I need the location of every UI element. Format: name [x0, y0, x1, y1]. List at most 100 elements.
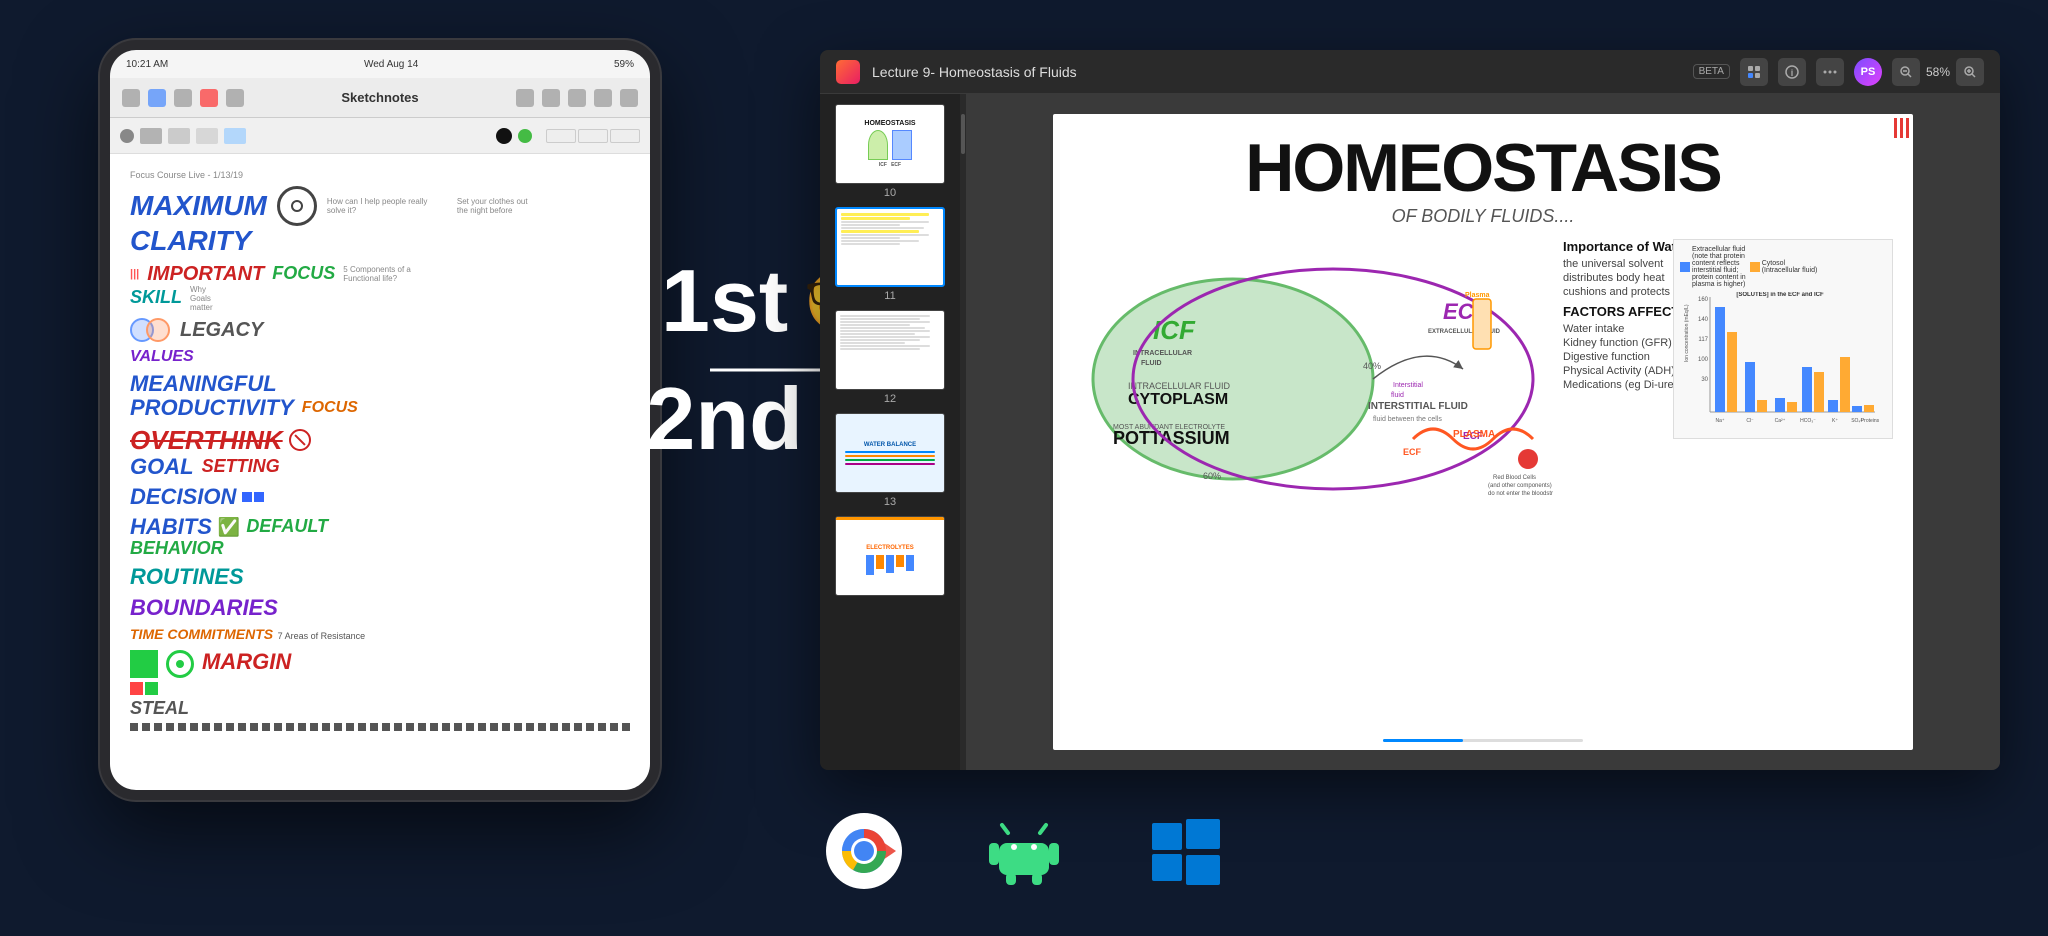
word-steal: STEAL [130, 698, 189, 718]
redo-icon[interactable] [542, 89, 560, 107]
bottom-icons-section: MARGIN [130, 650, 630, 695]
svg-text:Proteins: Proteins [1861, 418, 1880, 424]
thumb-page-13[interactable]: WATER BALANCE 13 [828, 413, 952, 508]
word-skill: SKILL [130, 288, 182, 308]
page-subtitle: OF BODILY FLUIDS.... [1073, 206, 1893, 227]
page-main-title: HOMEOSTASIS [1073, 134, 1893, 202]
page-num-13: 13 [884, 496, 896, 508]
svg-text:ECF: ECF [1403, 447, 1422, 457]
zoom-in-btn[interactable] [1956, 58, 1984, 86]
thumb-img-13: WATER BALANCE [835, 413, 945, 493]
android-icon [984, 811, 1064, 896]
bookmark-icon[interactable] [200, 89, 218, 107]
svg-text:Ion concentration (mEq/L): Ion concentration (mEq/L) [1684, 304, 1690, 362]
squares-icon [242, 492, 264, 502]
more-btn[interactable] [1816, 58, 1844, 86]
grid-view-btn[interactable] [1740, 58, 1768, 86]
pdf-titlebar: Lecture 9- Homeostasis of Fluids BETA i [820, 50, 2000, 94]
color-black[interactable] [496, 128, 512, 144]
size-controls[interactable] [546, 129, 640, 143]
page-progress-bar [1383, 739, 1583, 742]
magnify-icon [277, 186, 317, 226]
undo-icon[interactable] [516, 89, 534, 107]
content-date: Focus Course Live - 1/13/19 [130, 170, 630, 180]
sketch-section-10: BOUNDARIES [130, 596, 630, 620]
thumb-img-10: HOMEOSTASIS ICF ECF [835, 104, 945, 184]
venn-diagram [130, 318, 170, 342]
thumb-content-11 [837, 209, 943, 285]
green-blocks [130, 650, 158, 695]
chrome-icon [824, 811, 904, 896]
thumbnail-sidebar[interactable]: HOMEOSTASIS ICF ECF 10 [820, 94, 960, 770]
page-num-10: 10 [884, 187, 896, 199]
avatar-initials: PS [1861, 66, 1876, 78]
more-icon[interactable] [620, 89, 638, 107]
sidebar-scrollbar[interactable] [960, 94, 966, 770]
tool-pen[interactable] [140, 128, 162, 144]
pdf-toolbar-right: BETA i [1693, 58, 1984, 86]
bar-chart: Extracellular fluid(note that proteincon… [1673, 239, 1893, 439]
share-icon[interactable] [226, 89, 244, 107]
thumb-content-12 [836, 311, 944, 389]
legend-ecf: Extracellular fluid(note that proteincon… [1680, 246, 1746, 288]
svg-text:HCO₃⁻: HCO₃⁻ [1800, 418, 1816, 424]
search-icon[interactable] [174, 89, 192, 107]
no-icon [289, 429, 311, 451]
back-icon[interactable] [122, 89, 140, 107]
svg-text:Red Blood Cells: Red Blood Cells [1493, 475, 1536, 481]
thumb-page-12[interactable]: 12 [828, 310, 952, 405]
word-focus: FOCUS [272, 264, 335, 284]
word-boundaries: BOUNDARIES [130, 595, 278, 620]
thumb-page-10[interactable]: HOMEOSTASIS ICF ECF 10 [828, 104, 952, 199]
color-green[interactable] [518, 129, 532, 143]
word-overthink: OVERTHINK [130, 426, 283, 455]
checkmark-icon: ✅ [218, 517, 240, 538]
right-side-content: Importance of Water Balance: the univers… [1563, 239, 1893, 499]
zoom-control: 58% [1892, 58, 1984, 86]
svg-text:(and other components): (and other components) [1488, 483, 1552, 489]
thumb-page-14[interactable]: ELECTROLYTES [828, 516, 952, 596]
svg-text:PLASMA: PLASMA [1453, 429, 1495, 440]
word-time: TIME COMMITMENTS [130, 626, 273, 642]
tool-highlighter[interactable] [224, 128, 246, 144]
sketch-section-7: DECISION [130, 485, 630, 509]
word-habits: HABITS [130, 515, 212, 539]
svg-text:140: 140 [1698, 317, 1709, 323]
svg-text:[SOLUTES] in the ECF and ICF: [SOLUTES] in the ECF and ICF [1736, 292, 1824, 298]
grid-icon[interactable] [148, 89, 166, 107]
ipad-frame: 10:21 AM Wed Aug 14 59% Sketchnotes [100, 40, 660, 800]
pdf-body: HOMEOSTASIS ICF ECF 10 [820, 94, 2000, 770]
close-icon[interactable] [594, 89, 612, 107]
sketchnotes-content: Focus Course Live - 1/13/19 MAXIMUM How … [110, 154, 650, 790]
thumb-img-11 [835, 207, 945, 287]
zoom-out-btn[interactable] [1892, 58, 1920, 86]
ipad-battery: 59% [614, 59, 634, 70]
svg-text:Ca²⁺: Ca²⁺ [1775, 418, 1786, 424]
word-clarity: CLARITY [130, 225, 251, 256]
svg-text:FLUID: FLUID [1141, 360, 1162, 367]
svg-text:K⁺: K⁺ [1832, 418, 1838, 424]
ipad-status-bar: 10:21 AM Wed Aug 14 59% [110, 50, 650, 78]
word-routines: ROUTINES [130, 564, 244, 589]
svg-text:do not enter the bloodstream: do not enter the bloodstream [1488, 491, 1553, 497]
tool-marker[interactable] [168, 128, 190, 144]
svg-text:ICF: ICF [1153, 315, 1196, 345]
word-7: 7 Areas of Resistance [278, 631, 366, 641]
tool-eraser[interactable] [196, 128, 218, 144]
sketch-section-1: MAXIMUM How can I help people really sol… [130, 186, 630, 257]
add-icon[interactable] [568, 89, 586, 107]
scrollbar-thumb[interactable] [961, 114, 965, 154]
svg-text:fluid: fluid [1391, 392, 1404, 399]
sketch-section-3: LEGACY [130, 318, 630, 342]
sketch-note-2: Set your clothes outthe night before [457, 197, 528, 215]
label-1st: 1st [661, 257, 788, 345]
tool-dot-1[interactable] [120, 129, 134, 143]
sketch-note-1: How can I help people really solve it? [327, 197, 447, 215]
info-btn[interactable]: i [1778, 58, 1806, 86]
page-num-12: 12 [884, 393, 896, 405]
word-maximum: MAXIMUM [130, 191, 267, 222]
thumb-content-14: ELECTROLYTES [836, 517, 944, 595]
svg-text:fluid between the cells: fluid between the cells [1373, 416, 1442, 423]
word-margin: MARGIN [202, 650, 291, 695]
thumb-page-11[interactable]: 11 [828, 207, 952, 302]
